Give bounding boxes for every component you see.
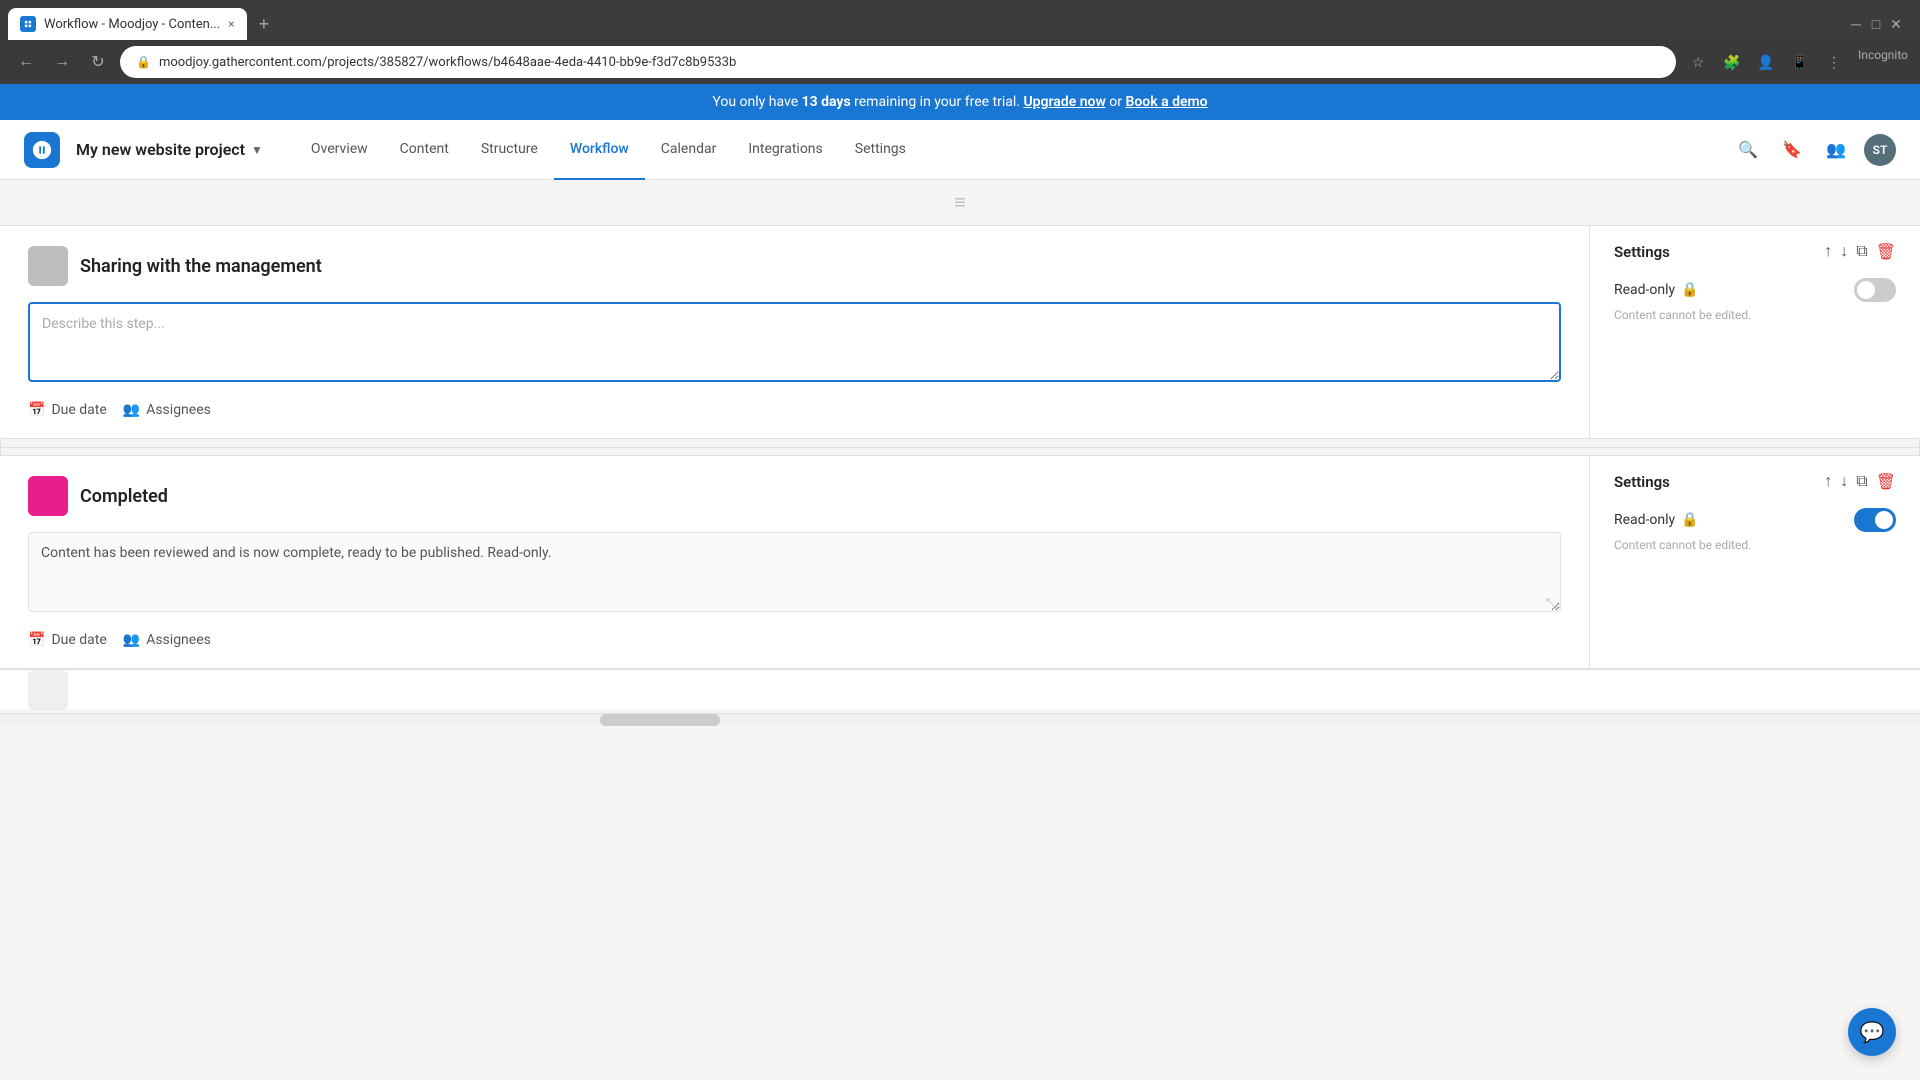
resize-handle-icon: ⤡: [1546, 596, 1557, 612]
maximize-button[interactable]: □: [1868, 16, 1884, 32]
menu-button[interactable]: ⋮: [1820, 48, 1848, 76]
upgrade-link[interactable]: Upgrade now: [1023, 94, 1105, 110]
project-dropdown-icon: ▼: [251, 143, 263, 157]
step-1-duplicate-button[interactable]: ⧉: [1856, 243, 1867, 261]
lock-icon: 🔒: [136, 55, 151, 69]
search-button[interactable]: 🔍: [1732, 134, 1764, 166]
team-button[interactable]: 👥: [1820, 134, 1852, 166]
step-2-due-date[interactable]: 📅 Due date: [28, 632, 107, 648]
step-2-delete-button[interactable]: 🗑: [1876, 472, 1896, 492]
step-1-readonly-note: Content cannot be edited.: [1614, 308, 1896, 322]
browser-tab[interactable]: Workflow - Moodjoy - Conten... ×: [8, 8, 247, 40]
step-1-readonly-label: Read-only 🔒: [1614, 282, 1699, 298]
nav-integrations[interactable]: Integrations: [732, 120, 838, 180]
step-1-title: Sharing with the management: [80, 256, 322, 277]
trial-banner: You only have 13 days remaining in your …: [0, 84, 1920, 120]
step-1-delete-button[interactable]: 🗑: [1876, 242, 1896, 262]
nav-content[interactable]: Content: [384, 120, 465, 180]
profile-button[interactable]: 👤: [1752, 48, 1780, 76]
step-2-block: Completed Content has been reviewed and …: [0, 455, 1920, 669]
nav-structure[interactable]: Structure: [465, 120, 554, 180]
step-2-readonly-label: Read-only 🔒: [1614, 512, 1699, 528]
step-1-move-up-button[interactable]: ↑: [1824, 243, 1832, 261]
step-2-assignees[interactable]: 👥 Assignees: [123, 632, 211, 648]
step-1-readonly-toggle[interactable]: [1854, 278, 1896, 302]
step-1-description-input[interactable]: [28, 302, 1561, 382]
step-1-settings-title: Settings: [1614, 243, 1670, 261]
step-1-move-down-button[interactable]: ↓: [1840, 243, 1848, 261]
avatar[interactable]: ST: [1864, 134, 1896, 166]
demo-link[interactable]: Book a demo: [1125, 94, 1207, 110]
main-navigation: Overview Content Structure Workflow Cale…: [295, 120, 922, 180]
new-tab-button[interactable]: +: [251, 14, 278, 35]
step-2-readonly-toggle[interactable]: [1854, 508, 1896, 532]
step-2-readonly-note: Content cannot be edited.: [1614, 538, 1896, 552]
banner-or: or: [1106, 94, 1126, 110]
nav-workflow[interactable]: Workflow: [554, 120, 645, 180]
drag-handle: ≡: [0, 180, 1920, 225]
responsive-button[interactable]: 📱: [1786, 48, 1814, 76]
forward-button[interactable]: →: [48, 48, 76, 76]
nav-overview[interactable]: Overview: [295, 120, 384, 180]
step-2-settings-title: Settings: [1614, 473, 1670, 491]
extensions-button[interactable]: 🧩: [1718, 48, 1746, 76]
step-2-lock-icon: 🔒: [1681, 512, 1698, 528]
step-1-assignees[interactable]: 👥 Assignees: [123, 402, 211, 418]
step-2-duplicate-button[interactable]: ⧉: [1856, 473, 1867, 491]
bookmark-header-button[interactable]: 🔖: [1776, 134, 1808, 166]
assignees-icon: 👥: [123, 402, 140, 418]
chat-icon: 💬: [1860, 1020, 1885, 1044]
back-button[interactable]: ←: [12, 48, 40, 76]
step-2-description-input[interactable]: Content has been reviewed and is now com…: [28, 532, 1561, 612]
banner-prefix: You only have: [712, 94, 801, 110]
step-2-move-down-button[interactable]: ↓: [1840, 473, 1848, 491]
project-name[interactable]: My new website project ▼: [76, 140, 263, 159]
step-1-block: Sharing with the management 📅 Due date 👥…: [0, 225, 1920, 439]
step-1-color-dot: [28, 246, 68, 286]
minimize-button[interactable]: ─: [1848, 16, 1864, 32]
step-2-color-dot: [28, 476, 68, 516]
app-logo[interactable]: [24, 132, 60, 168]
banner-middle: remaining in your free trial.: [851, 94, 1020, 110]
incognito-label: Incognito: [1858, 48, 1908, 76]
nav-settings[interactable]: Settings: [839, 120, 922, 180]
tab-title: Workflow - Moodjoy - Conten...: [44, 17, 220, 32]
close-window-button[interactable]: ✕: [1888, 16, 1904, 32]
step-2-move-up-button[interactable]: ↑: [1824, 473, 1832, 491]
chat-button[interactable]: 💬: [1848, 1008, 1896, 1056]
step-1-lock-icon: 🔒: [1681, 282, 1698, 298]
calendar-icon: 📅: [28, 402, 45, 418]
calendar-icon-2: 📅: [28, 632, 45, 648]
refresh-button[interactable]: ↻: [84, 48, 112, 76]
step-2-title: Completed: [80, 486, 168, 507]
banner-days: 13 days: [802, 94, 851, 110]
assignees-icon-2: 👥: [123, 632, 140, 648]
step-1-due-date[interactable]: 📅 Due date: [28, 402, 107, 418]
drag-handle-icon: ≡: [954, 190, 966, 214]
bookmark-button[interactable]: ☆: [1684, 48, 1712, 76]
url-text: moodjoy.gathercontent.com/projects/38582…: [159, 55, 1660, 70]
tab-favicon: [20, 16, 36, 32]
tab-close-icon[interactable]: ×: [228, 17, 234, 31]
nav-calendar[interactable]: Calendar: [645, 120, 733, 180]
